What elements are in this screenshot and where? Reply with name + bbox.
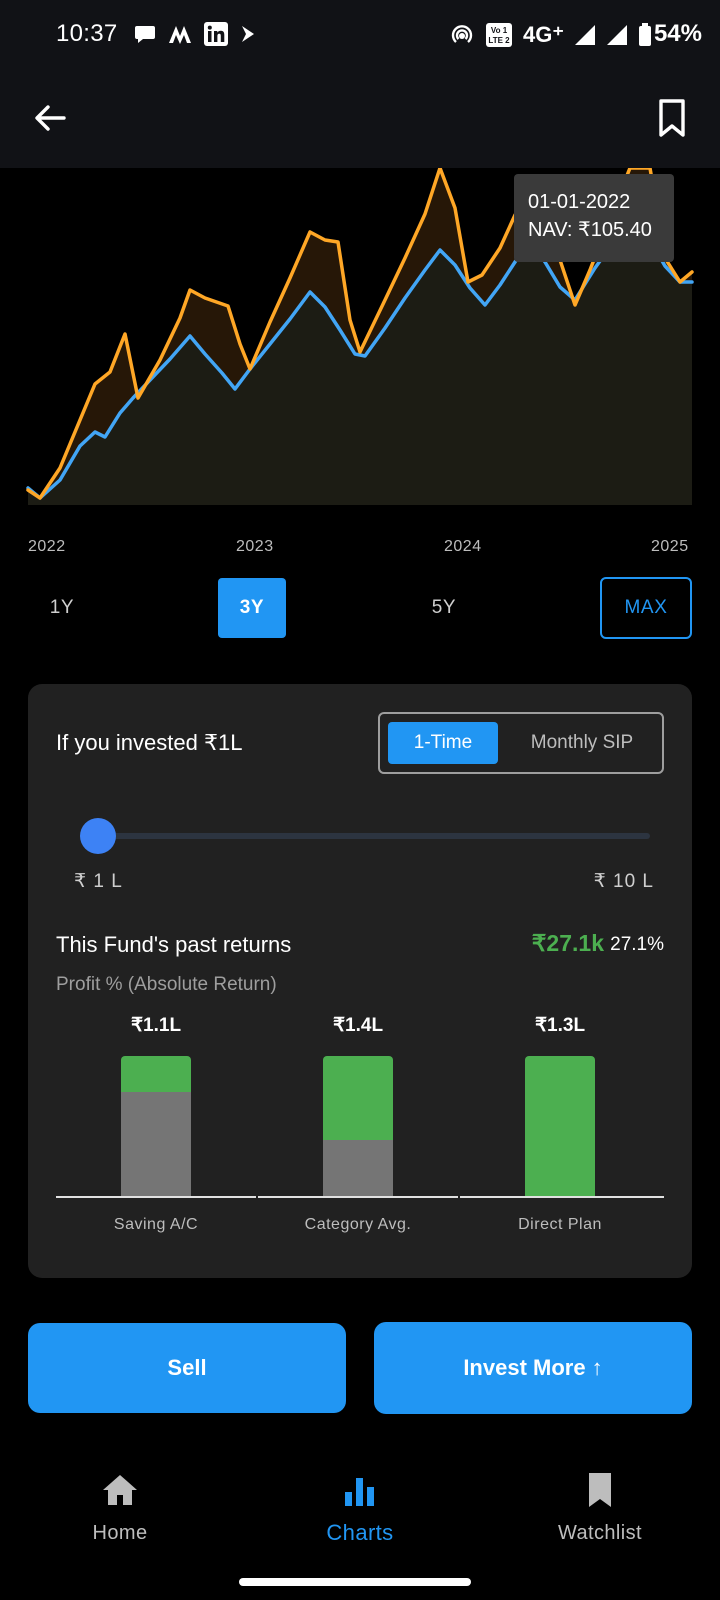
battery-percentage: 54% [653,20,702,47]
past-returns-label: This Fund's past returns [56,932,292,957]
range-button-3y[interactable]: 3Y [218,578,286,638]
range-button-1y[interactable]: 1Y [28,578,96,638]
nav-item-watchlist[interactable]: Watchlist [520,1470,680,1545]
bottom-navigation: Home Charts Watchlist [0,1440,720,1600]
chart-tooltip: 01-01-2022 NAV: ₹105.40 [514,174,674,262]
bar-value-label: ₹1.4L [332,1015,384,1036]
x-tick-label: 2025 [651,538,689,555]
bar-chart-icon [345,1478,374,1506]
arrow-app-icon [242,26,254,42]
amount-slider-thumb[interactable] [80,818,116,854]
bar-value-label: ₹1.1L [130,1015,182,1036]
range-button-5y[interactable]: 5Y [410,578,478,638]
returns-amount: ₹27.1k [531,930,604,956]
chat-icon [135,26,155,43]
toggle-one-time[interactable]: 1-Time [388,722,498,764]
home-indicator[interactable] [239,1578,471,1586]
tooltip-date: 01-01-2022 [528,191,631,213]
bar-category-label: Direct Plan [518,1216,602,1233]
returns-comparison-chart: ₹1.1L ₹1.4L ₹1.3L Saving A/C Category Av… [56,1014,664,1254]
signal-icon [575,25,595,45]
bar-category-avg [323,1056,393,1196]
invest-title: If you invested ₹1L [56,730,243,755]
svg-text:LTE 2: LTE 2 [488,36,510,45]
profit-label: Profit % (Absolute Return) [56,974,277,995]
nav-label-home: Home [92,1522,148,1544]
app-bar [0,72,720,168]
bar-principal-segment [323,1140,393,1196]
amount-slider-track[interactable] [98,833,650,839]
hotspot-icon [451,25,473,43]
range-button-max[interactable]: MAX [600,577,692,639]
sell-button[interactable]: Sell [28,1323,346,1413]
x-tick-label: 2024 [444,538,482,555]
tooltip-nav: NAV: ₹105.40 [528,219,652,241]
bar-category-label: Saving A/C [113,1216,199,1233]
slider-max-label: ₹ 10 L [593,871,654,892]
investment-card: If you invested ₹1L 1-Time Monthly SIP ₹… [28,684,692,1278]
bar-baseline [460,1196,664,1198]
bookmark-icon [589,1473,611,1507]
bar-value-label: ₹1.3L [534,1015,586,1036]
toggle-monthly-sip[interactable]: Monthly SIP [508,722,656,764]
linkedin-icon [204,22,228,46]
m-icon [169,26,191,44]
bar-baseline [258,1196,458,1198]
x-tick-label: 2023 [236,538,274,555]
x-tick-label: 2022 [28,538,66,555]
bar-saving-ac [121,1056,191,1196]
volte-icon: Vo 1LTE 2 [486,23,513,47]
back-arrow-icon[interactable] [30,98,70,138]
slider-min-label: ₹ 1 L [74,871,123,892]
nav-item-home[interactable]: Home [40,1470,200,1545]
bar-direct-plan [525,1056,595,1196]
nav-label-charts: Charts [326,1520,394,1545]
home-icon [103,1475,137,1505]
returns-percentage: 27.1% [610,934,664,955]
bar-category-label: Category Avg. [304,1216,412,1233]
investment-type-toggle: 1-Time Monthly SIP [378,712,664,774]
status-time: 10:37 [56,20,118,47]
bookmark-icon[interactable] [654,98,690,138]
nav-label-watchlist: Watchlist [558,1522,642,1544]
bar-principal-segment [121,1092,191,1196]
notification-icons [134,22,256,46]
status-bar: 10:37 Vo 1 LTE 2 4G⁺ 54% [0,0,720,72]
network-type: 4G⁺ [523,22,564,47]
battery-icon [639,23,651,46]
signal-icon [607,25,627,45]
svg-text:Vo 1: Vo 1 [491,26,508,35]
system-icons: Vo 1 LTE 2 4G⁺ [449,22,652,48]
bar-baseline [56,1196,256,1198]
invest-more-button[interactable]: Invest More ↑ [374,1322,692,1414]
nav-item-charts[interactable]: Charts [280,1470,440,1546]
